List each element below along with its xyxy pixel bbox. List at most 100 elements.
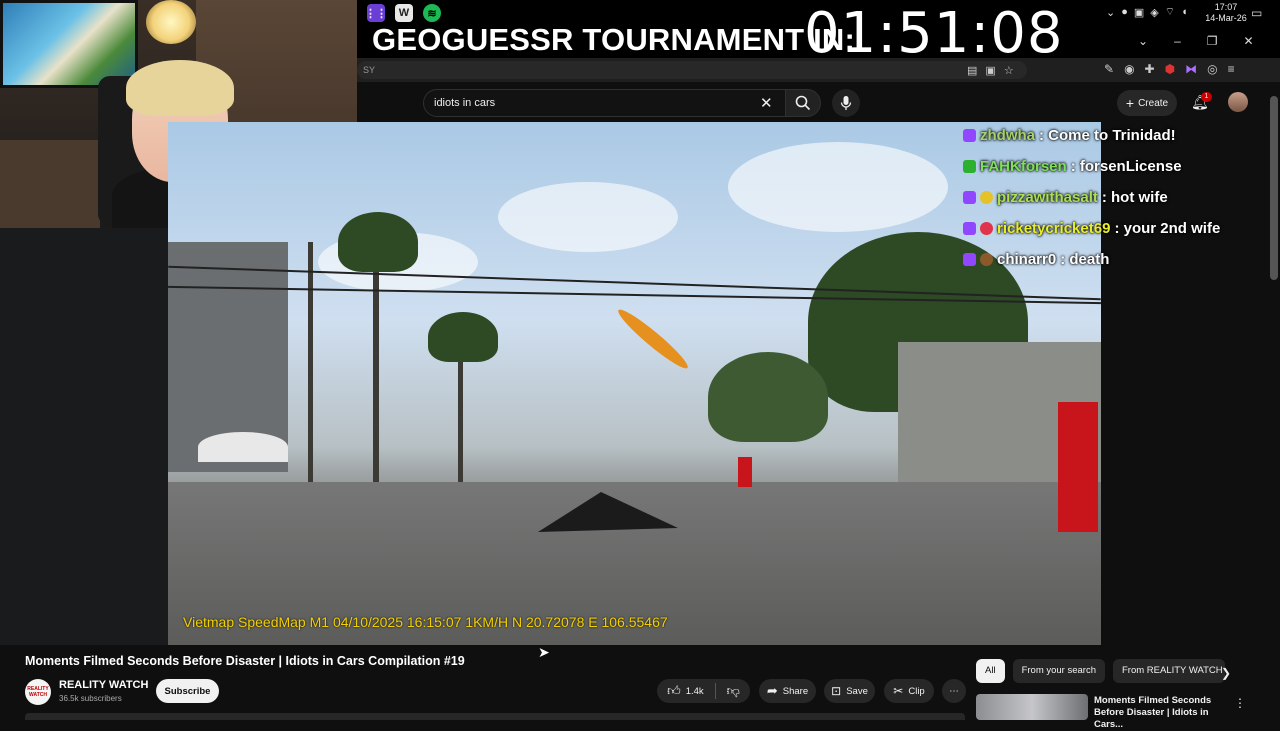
url-text: SY bbox=[363, 65, 376, 75]
tab-list-icon[interactable]: ⌄ bbox=[1138, 34, 1148, 48]
search-query-text: idiots in cars bbox=[434, 97, 496, 109]
clear-search-icon[interactable]: ✕ bbox=[760, 94, 773, 112]
spotify-icon[interactable]: ≋ bbox=[423, 4, 441, 22]
volume-icon[interactable]: ◖ bbox=[1181, 6, 1188, 18]
adblock-icon[interactable]: ⬢ bbox=[1165, 62, 1175, 76]
clock-time: 17:07 bbox=[1214, 2, 1238, 12]
chat-text: : hot wife bbox=[1101, 189, 1168, 206]
palm-tree bbox=[338, 212, 418, 272]
notification-center-icon[interactable]: ▭ bbox=[1251, 6, 1262, 20]
wrench-icon[interactable]: ✎ bbox=[1104, 62, 1114, 76]
chat-message: FAHKforsen: forsenLicense bbox=[963, 151, 1263, 182]
recommendation-thumbnail[interactable] bbox=[976, 694, 1088, 720]
search-button[interactable] bbox=[785, 89, 821, 117]
system-clock[interactable]: 17:07 14-Mar-26 bbox=[1200, 2, 1252, 24]
chip-from-channel[interactable]: From REALITY WATCH bbox=[1113, 659, 1225, 683]
create-label: Create bbox=[1138, 97, 1169, 109]
account-avatar[interactable] bbox=[1228, 92, 1248, 112]
chat-username: ricketycricket69 bbox=[997, 220, 1111, 237]
like-button[interactable]: 👍︎ 1.4k bbox=[667, 683, 704, 699]
microphone-icon[interactable]: ● bbox=[1121, 6, 1128, 18]
share-label: Share bbox=[782, 685, 809, 697]
description-box[interactable] bbox=[25, 713, 965, 720]
red-flag bbox=[738, 457, 752, 487]
street-tree bbox=[708, 352, 828, 442]
chat-badge-icon bbox=[980, 222, 993, 235]
bookmark-star-icon[interactable]: ☆ bbox=[1004, 64, 1014, 77]
chat-username: pizzawithasalt bbox=[997, 189, 1098, 206]
power-pole bbox=[308, 242, 313, 492]
webcam-tv bbox=[0, 0, 138, 88]
dislike-button[interactable]: 👎︎ bbox=[727, 683, 740, 699]
mouse-cursor-icon: ➤ bbox=[538, 644, 550, 660]
close-window-icon[interactable]: ✕ bbox=[1244, 34, 1254, 48]
search-icon bbox=[795, 95, 811, 111]
recommendation-chips: All From your search From REALITY WATCH bbox=[976, 659, 1225, 683]
restore-icon[interactable]: ❐ bbox=[1207, 34, 1218, 48]
cloud bbox=[728, 142, 948, 232]
voice-search-button[interactable] bbox=[832, 89, 860, 117]
save-button[interactable]: ⊡ Save bbox=[824, 679, 875, 703]
chat-badge-icon bbox=[980, 191, 993, 204]
chat-badge-icon bbox=[963, 129, 976, 142]
chat-badge-icon bbox=[963, 191, 976, 204]
microphone-icon bbox=[840, 96, 852, 110]
thumbs-up-icon: 👍︎ bbox=[667, 683, 681, 698]
twitch-ext-icon[interactable]: ⧓ bbox=[1185, 62, 1197, 76]
grid-app-icon[interactable]: ⋮⋮ bbox=[365, 4, 387, 22]
scrollbar-thumb[interactable] bbox=[1270, 96, 1278, 280]
search-input[interactable]: idiots in cars bbox=[423, 89, 786, 117]
browser-menu-icon[interactable]: ≡ bbox=[1228, 62, 1235, 76]
divider bbox=[714, 683, 716, 699]
channel-avatar[interactable]: REALITY WATCH bbox=[25, 679, 51, 705]
thumbs-down-icon: 👎︎ bbox=[726, 683, 740, 698]
create-button[interactable]: + Create bbox=[1117, 90, 1177, 116]
channel-name[interactable]: REALITY WATCH bbox=[59, 679, 148, 691]
chat-text: : forsenLicense bbox=[1070, 158, 1182, 175]
share-icon: ➦ bbox=[766, 683, 778, 698]
save-label: Save bbox=[846, 685, 868, 697]
minimize-icon[interactable]: – bbox=[1174, 34, 1181, 48]
chat-username: FAHKforsen bbox=[980, 158, 1067, 175]
chat-message: pizzawithasalt: hot wife bbox=[963, 182, 1263, 213]
recommendation-title[interactable]: Moments Filmed Seconds Before Disaster |… bbox=[1094, 695, 1229, 731]
webcam-lamp bbox=[146, 0, 196, 44]
scissors-icon: ✂ bbox=[893, 684, 904, 698]
install-icon[interactable]: ▣ bbox=[985, 64, 995, 77]
wifi-icon[interactable]: ⌔ bbox=[1165, 5, 1175, 19]
clip-label: Clip bbox=[908, 685, 925, 697]
subscriber-count: 36.5k subscribers bbox=[59, 694, 122, 703]
gamepad-icon[interactable]: ◎ bbox=[1207, 62, 1217, 76]
chat-text: : your 2nd wife bbox=[1114, 220, 1221, 237]
tournament-banner: GEOGUESSR TOURNAMENT IN: bbox=[372, 22, 856, 57]
chip-from-search[interactable]: From your search bbox=[1012, 659, 1105, 683]
shield-icon[interactable]: ◈ bbox=[1150, 6, 1158, 19]
umbrella bbox=[198, 432, 288, 462]
word-app-icon[interactable]: W bbox=[395, 4, 413, 22]
red-flag bbox=[1058, 402, 1098, 532]
address-bar[interactable]: SY bbox=[357, 61, 1027, 79]
clip-button[interactable]: ✂ Clip bbox=[884, 679, 934, 703]
chat-badge-icon bbox=[980, 253, 993, 266]
chat-message: zhdwha: Come to Trinidad! bbox=[963, 120, 1263, 151]
extensions-icon[interactable]: ✚ bbox=[1145, 62, 1155, 76]
share-button[interactable]: ➦ Share bbox=[759, 679, 816, 703]
recommendation-menu-icon[interactable]: ⋮ bbox=[1234, 696, 1246, 710]
video-player[interactable] bbox=[168, 122, 1101, 645]
network-icon[interactable]: ▣ bbox=[1134, 6, 1144, 19]
chip-all[interactable]: All bbox=[976, 659, 1005, 683]
cloud bbox=[498, 182, 678, 252]
translate-icon[interactable]: ▤ bbox=[967, 64, 977, 77]
like-dislike-group: 👍︎ 1.4k 👎︎ bbox=[657, 679, 750, 703]
subscribe-button[interactable]: Subscribe bbox=[156, 679, 219, 703]
more-actions-button[interactable]: ⋯ bbox=[942, 679, 966, 703]
palm-tree bbox=[428, 312, 498, 362]
chevron-right-icon[interactable]: ❯ bbox=[1221, 666, 1231, 680]
chevron-up-icon[interactable]: ⌄ bbox=[1106, 6, 1115, 19]
address-bar-actions: ▤ ▣ ☆ bbox=[967, 64, 1014, 77]
more-dots-icon: ⋯ bbox=[949, 685, 959, 697]
like-count: 1.4k bbox=[685, 685, 704, 697]
profile-icon[interactable]: ◉ bbox=[1124, 62, 1134, 76]
chat-message: chinarr0: death bbox=[963, 244, 1263, 275]
dashcam-overlay-text: Vietmap SpeedMap M1 04/10/2025 16:15:07 … bbox=[183, 614, 668, 630]
